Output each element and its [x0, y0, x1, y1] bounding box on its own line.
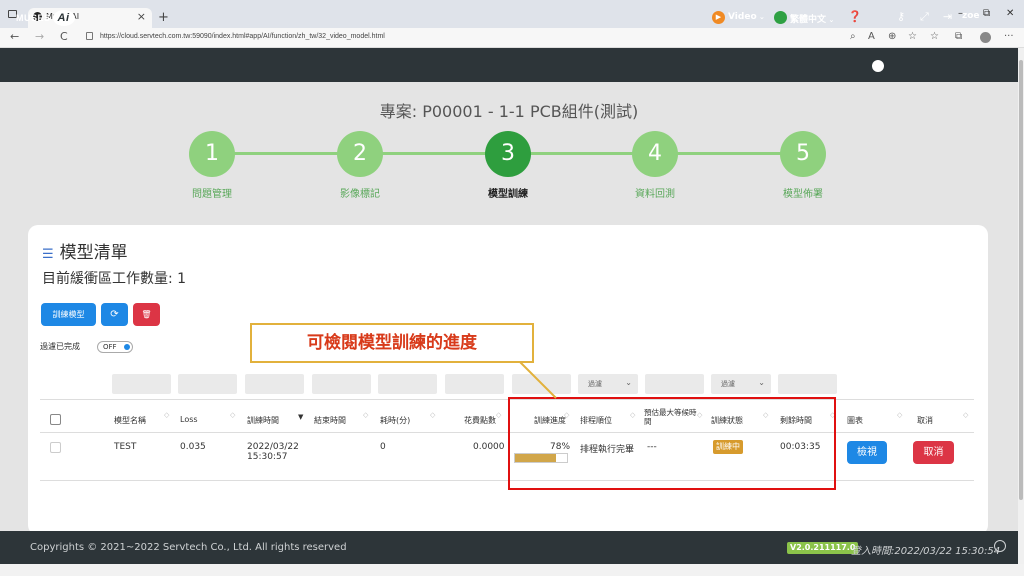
- copyright-text: Copyrights © 2021~2022 Servtech Co., Ltd…: [30, 542, 347, 553]
- clock-icon: [994, 540, 1006, 552]
- annotation-pointer-line: [519, 361, 557, 399]
- bottom-strip: [0, 564, 1024, 576]
- annotation-callout: 可檢閱模型訓練的進度: [250, 323, 534, 363]
- annotation-pointer: [519, 361, 557, 399]
- login-time: 登入時間:2022/03/22 15:30:54: [851, 546, 1001, 557]
- version-badge: V2.0.211117.0: [787, 542, 859, 554]
